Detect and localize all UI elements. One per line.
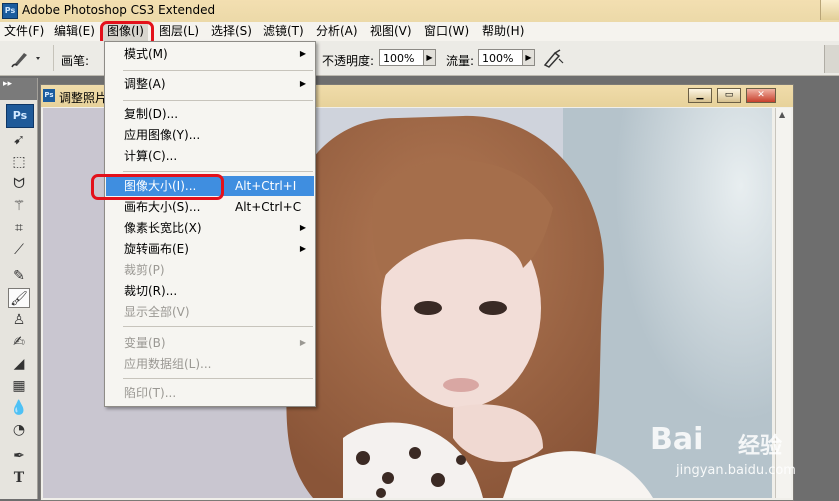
menu-item-apply-data-set: 应用数据组(L)... — [124, 357, 212, 371]
menu-separator — [123, 100, 313, 101]
close-button[interactable]: ✕ — [746, 88, 776, 103]
options-separator — [53, 45, 54, 71]
menu-item-apply-image[interactable]: 应用图像(Y)... — [106, 125, 314, 145]
brush-label: 画笔: — [61, 54, 90, 68]
watermark-brand: Bai — [650, 422, 704, 457]
brush-tool-icon[interactable]: 🖌 — [8, 288, 30, 308]
opacity-slider-button[interactable]: ▶ — [423, 49, 436, 66]
brush-icon — [11, 53, 40, 68]
blur-tool-icon[interactable]: 💧 — [8, 398, 30, 418]
menu-item-pixel-aspect-ratio[interactable]: 像素长宽比(X) ▶ — [106, 218, 314, 238]
move-tool-icon[interactable]: ➹ — [8, 130, 30, 150]
menu-item-variables: 变量(B) ▶ — [106, 333, 314, 353]
app-title: Adobe Photoshop CS3 Extended — [22, 3, 216, 17]
menu-separator — [123, 171, 313, 172]
options-panel-grip[interactable] — [824, 45, 839, 73]
menu-help[interactable]: 帮助(H) — [478, 22, 528, 41]
airbrush-icon — [543, 49, 564, 68]
submenu-arrow-icon: ▶ — [299, 223, 306, 232]
menu-item-trim[interactable]: 裁切(R)... — [106, 281, 314, 301]
marquee-tool-icon[interactable]: ⬚ — [8, 152, 30, 172]
slice-tool-icon[interactable]: ⟋ — [8, 240, 30, 260]
magic-wand-tool-icon[interactable]: ⚚ — [8, 196, 30, 216]
menu-item-duplicate[interactable]: 复制(D)... — [106, 104, 314, 124]
crop-tool-icon[interactable]: ⌗ — [8, 218, 30, 238]
gradient-tool-icon[interactable]: ▦ — [8, 376, 30, 396]
opacity-label: 不透明度: — [322, 54, 375, 68]
menu-item-crop: 裁剪(P) — [124, 263, 165, 277]
photoshop-app-icon: Ps — [2, 3, 18, 19]
menu-layer[interactable]: 图层(L) — [155, 22, 203, 41]
minimize-button[interactable]: ▁ — [688, 88, 712, 103]
menu-item-adjustments[interactable]: 调整(A) ▶ — [106, 74, 314, 94]
menu-select[interactable]: 选择(S) — [207, 22, 256, 41]
menu-item-canvas-size[interactable]: 画布大小(S)... Alt+Ctrl+C — [106, 197, 314, 217]
menu-separator — [123, 378, 313, 379]
pen-tool-icon[interactable]: ✒ — [8, 446, 30, 466]
window-restore-button[interactable] — [820, 0, 839, 20]
document-icon: Ps — [43, 89, 55, 102]
menu-window[interactable]: 窗口(W) — [420, 22, 473, 41]
flow-slider-button[interactable]: ▶ — [522, 49, 535, 66]
menu-edit[interactable]: 编辑(E) — [50, 22, 99, 41]
watermark-url: jingyan.baidu.com — [676, 463, 796, 478]
type-tool-icon[interactable]: T — [8, 468, 30, 488]
lasso-tool-icon[interactable]: ᗢ — [8, 174, 30, 194]
app-title-bar: Ps Adobe Photoshop CS3 Extended — [0, 0, 839, 23]
menu-item-mode[interactable]: 模式(M) ▶ — [106, 44, 314, 64]
submenu-arrow-icon: ▶ — [299, 79, 306, 88]
watermark-brand-cn: 经验 — [738, 434, 783, 459]
clone-stamp-tool-icon[interactable]: ♙ — [8, 310, 30, 330]
toolbox: ▸▸ Ps ➹ ⬚ ᗢ ⚚ ⌗ ⟋ ✎ 🖌 ♙ ✍ ◢ ▦ 💧 ◔ ✒ T — [0, 78, 38, 499]
eraser-tool-icon[interactable]: ◢ — [8, 354, 30, 374]
submenu-arrow-icon: ▶ — [299, 338, 306, 347]
scroll-up-arrow-icon[interactable]: ▲ — [779, 110, 785, 119]
menu-filter[interactable]: 滤镜(T) — [259, 22, 308, 41]
annotation-highlight-image-size — [91, 174, 224, 200]
document-title: 调整照片 — [59, 91, 108, 105]
history-brush-tool-icon[interactable]: ✍ — [8, 332, 30, 352]
menu-view[interactable]: 视图(V) — [366, 22, 416, 41]
opacity-field[interactable]: 100% — [379, 49, 427, 66]
menu-file[interactable]: 文件(F) — [0, 22, 48, 41]
menu-separator — [123, 326, 313, 327]
airbrush-toggle[interactable] — [541, 47, 565, 69]
dodge-tool-icon[interactable]: ◔ — [8, 420, 30, 440]
image-menu-dropdown: 模式(M) ▶ 调整(A) ▶ 复制(D)... 应用图像(Y)... 计算(C… — [104, 41, 316, 407]
tool-preset-picker[interactable] — [8, 47, 44, 69]
healing-brush-tool-icon[interactable]: ✎ — [8, 266, 30, 286]
maximize-button[interactable]: ▭ — [717, 88, 741, 103]
menu-analysis[interactable]: 分析(A) — [312, 22, 362, 41]
submenu-arrow-icon: ▶ — [299, 49, 306, 58]
photoshop-logo[interactable]: Ps — [6, 104, 34, 128]
submenu-arrow-icon: ▶ — [299, 244, 306, 253]
menu-item-rotate-canvas[interactable]: 旋转画布(E) ▶ — [106, 239, 314, 259]
toolbox-collapse-button[interactable]: ▸▸ — [0, 78, 37, 100]
menu-separator — [123, 70, 313, 71]
flow-field[interactable]: 100% — [478, 49, 526, 66]
menu-item-reveal-all: 显示全部(V) — [124, 305, 190, 319]
flow-label: 流量: — [446, 54, 475, 68]
menu-item-trap: 陷印(T)... — [124, 386, 177, 400]
menu-item-calculations[interactable]: 计算(C)... — [106, 146, 314, 166]
